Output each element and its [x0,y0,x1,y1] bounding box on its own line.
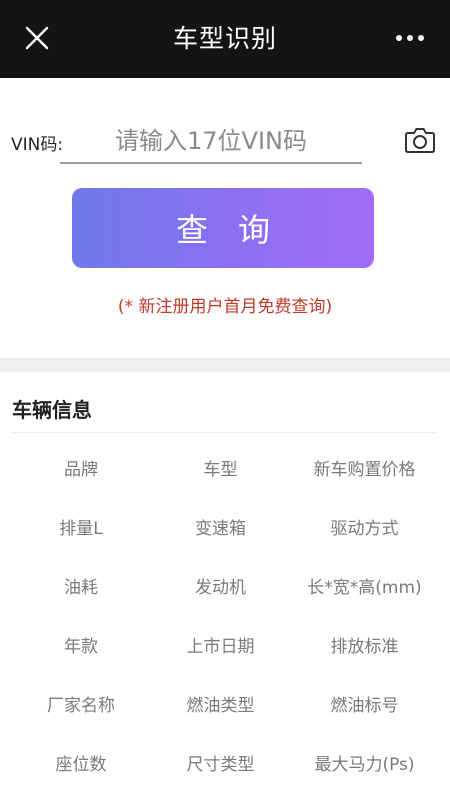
section-title: 车辆信息 [12,398,92,422]
field-fuel-type: 燃油类型 [186,696,255,716]
more-icon[interactable] [388,22,432,54]
field-size-type: 尺寸类型 [186,755,255,775]
page-title: 车型识别 [172,24,277,53]
promo-text: (* 新注册用户首月免费查询) [117,297,333,317]
field-brand: 品牌 [64,460,98,480]
field-emission-standard: 排放标准 [330,637,399,657]
field-fuel-consumption: 油耗 [64,578,98,598]
title-bar: 车型识别 [0,0,450,78]
camera-icon[interactable] [404,125,436,155]
section-rule [12,432,436,433]
field-manufacturer: 厂家名称 [47,696,115,716]
field-seats: 座位数 [55,755,107,775]
field-dimensions: 长*宽*高(mm) [307,578,422,598]
field-max-horsepower: 最大马力(Ps) [314,755,415,775]
vin-label: VIN码: [11,135,64,155]
field-displacement: 排量L [59,519,103,539]
field-drive-type: 驱动方式 [330,519,399,539]
field-transmission: 变速箱 [195,519,246,539]
field-new-car-price: 新车购置价格 [313,460,416,480]
field-engine: 发动机 [195,578,246,598]
field-launch-date: 上市日期 [186,637,255,657]
field-fuel-grade: 燃油标号 [330,696,399,716]
section-divider [0,358,450,372]
vehicle-info-section: 车辆信息 品牌 车型 新车购置价格 排量L 变速箱 驱动方式 油耗 发动机 长*… [0,372,450,800]
query-button[interactable]: 查询 [72,188,374,268]
vin-input[interactable] [60,120,362,164]
field-model-year: 年款 [64,637,98,657]
field-model: 车型 [203,460,238,480]
vin-search-card: VIN码: 查询 (* 新注册用户首月免费查询) [0,78,450,358]
vehicle-info-grid: 品牌 车型 新车购置价格 排量L 变速箱 驱动方式 油耗 发动机 长*宽*高(m… [12,438,438,792]
